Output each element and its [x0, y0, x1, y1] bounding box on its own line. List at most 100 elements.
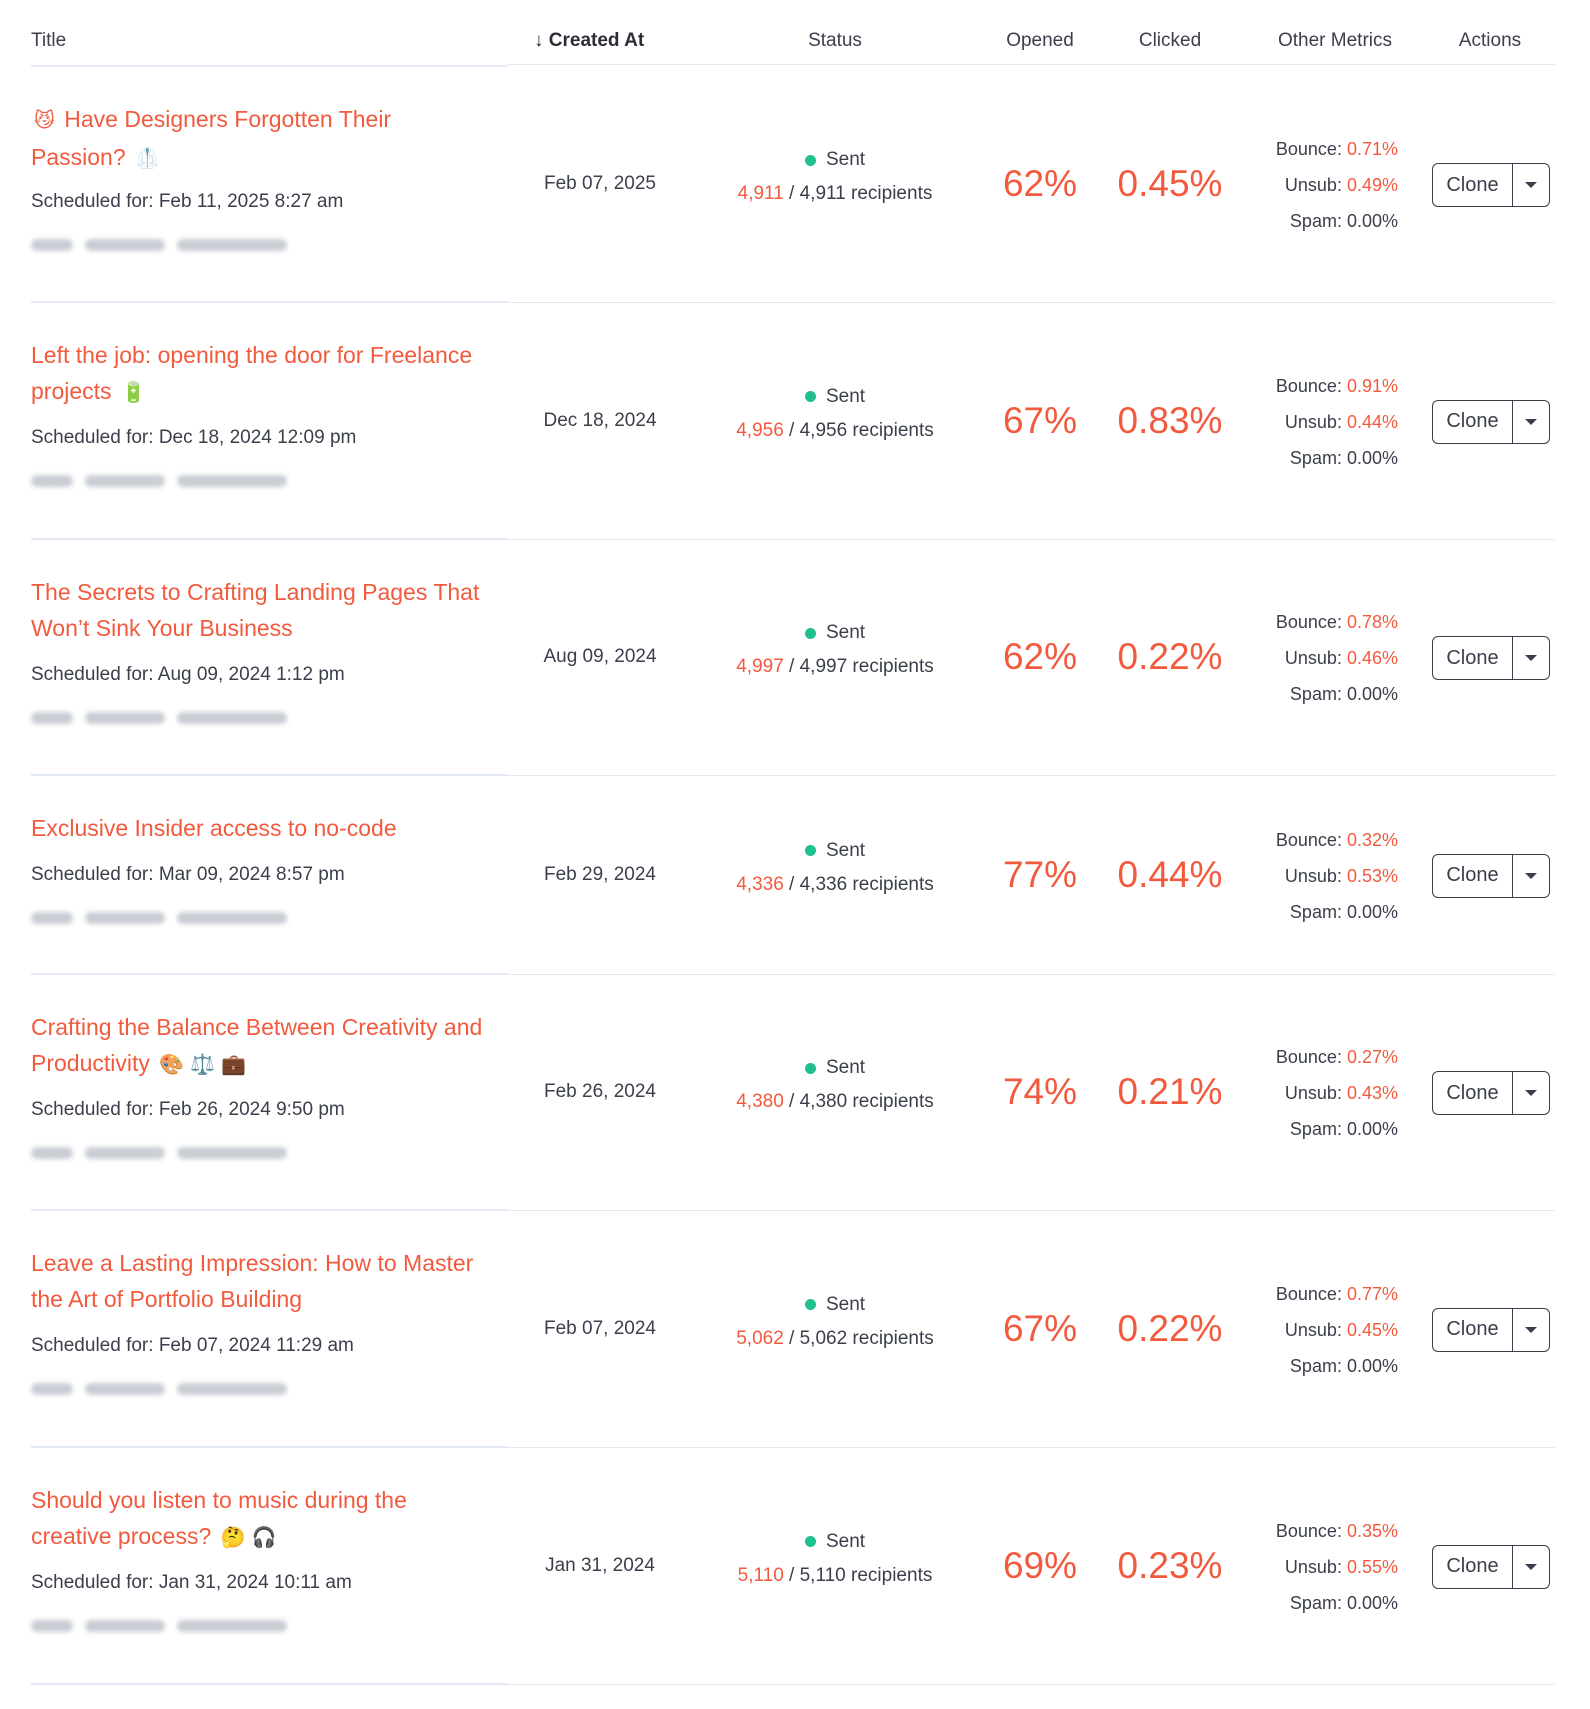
row-divider — [31, 1683, 507, 1685]
clone-dropdown-button[interactable] — [1512, 1307, 1550, 1352]
clone-dropdown-button[interactable] — [1512, 1544, 1550, 1589]
title-emoji: 🤔 — [220, 1526, 246, 1549]
status-badge: Sent — [825, 1530, 866, 1552]
status-badge: Sent — [825, 1057, 866, 1078]
campaign-title-link[interactable]: Crafting the Balance Between Creativity … — [31, 1014, 482, 1076]
campaign-title-link[interactable]: Have Designers Forgotten Their Passion? — [31, 106, 391, 170]
opened-rate: 67% — [1002, 399, 1078, 441]
status-dot-icon — [804, 1062, 816, 1074]
spam-value: 0.00% — [1346, 901, 1398, 922]
row-actions: Clone — [1432, 1307, 1550, 1352]
column-header-opened[interactable]: Opened — [990, 30, 1090, 52]
campaign-title[interactable]: Left the job: opening the door for Freel… — [31, 337, 491, 411]
column-header-created-at[interactable]: ↓ Created At — [534, 30, 644, 52]
campaign-title[interactable]: Should you listen to music during the cr… — [31, 1482, 491, 1556]
table-row[interactable]: Exclusive Insider access to no-code Sche… — [0, 776, 1590, 975]
other-metrics: Bounce: 0.35% Unsub: 0.55% Spam: 0.00% — [1230, 1513, 1398, 1621]
clone-button[interactable]: Clone — [1432, 1307, 1512, 1352]
status-badge: Sent — [825, 622, 866, 643]
created-at: Dec 18, 2024 — [543, 409, 657, 431]
total-recipients: 4,336 — [799, 873, 848, 895]
spam-value: 0.00% — [1346, 211, 1398, 231]
spam-value: 0.00% — [1346, 1355, 1398, 1376]
sent-count: 4,911 — [737, 183, 784, 204]
table-row[interactable]: Leave a Lasting Impression: How to Maste… — [0, 1211, 1590, 1448]
status-cell: Sent 4,380 / 4,380 recipients — [736, 1057, 934, 1112]
campaign-title[interactable]: Exclusive Insider access to no-code — [31, 810, 491, 846]
unsub-value: 0.55% — [1346, 1556, 1398, 1577]
title-emoji: 🎨 — [159, 1053, 185, 1076]
campaign-title-link[interactable]: The Secrets to Crafting Landing Pages Th… — [31, 579, 479, 641]
sent-count: 4,336 — [736, 873, 784, 895]
clone-button[interactable]: Clone — [1432, 636, 1512, 680]
recipients-label: recipients — [845, 1564, 933, 1586]
caret-down-icon — [1525, 418, 1537, 425]
sent-count: 4,956 — [736, 419, 784, 441]
bounce-label: Bounce: — [1275, 139, 1347, 159]
clone-dropdown-button[interactable] — [1512, 399, 1550, 444]
campaign-title-link[interactable]: Left the job: opening the door for Freel… — [31, 342, 472, 404]
campaign-title-link[interactable]: Leave a Lasting Impression: How to Maste… — [31, 1250, 473, 1312]
campaign-title[interactable]: Leave a Lasting Impression: How to Maste… — [31, 1245, 491, 1317]
sent-count: 5,062 — [736, 1327, 784, 1349]
recipients-label: recipients — [845, 183, 933, 204]
clone-button[interactable]: Clone — [1432, 1544, 1512, 1589]
sent-count: 4,997 — [736, 656, 784, 677]
bounce-label: Bounce: — [1275, 829, 1347, 850]
clone-button[interactable]: Clone — [1432, 399, 1512, 444]
clone-button[interactable]: Clone — [1432, 163, 1512, 207]
status-cell: Sent 5,110 / 5,110 recipients — [737, 1530, 933, 1586]
scheduled-label: Scheduled for: — [31, 1572, 159, 1593]
other-metrics: Bounce: 0.78% Unsub: 0.46% Spam: 0.00% — [1230, 604, 1398, 712]
caret-down-icon — [1525, 1326, 1537, 1333]
created-at: Aug 09, 2024 — [543, 646, 657, 667]
column-header-status[interactable]: Status — [750, 30, 920, 52]
unsub-label: Unsub: — [1284, 1556, 1347, 1577]
status-cell: Sent 4,997 / 4,997 recipients — [736, 622, 934, 677]
recipients-label: recipients — [847, 873, 934, 895]
title-emoji: 💼 — [221, 1053, 246, 1076]
unsub-label: Unsub: — [1284, 865, 1347, 886]
campaign-title[interactable]: The Secrets to Crafting Landing Pages Th… — [31, 574, 491, 646]
clone-dropdown-button[interactable] — [1512, 853, 1550, 898]
clone-button[interactable]: Clone — [1432, 853, 1512, 898]
blurred-meta — [31, 475, 287, 487]
row-actions: Clone — [1432, 636, 1550, 680]
created-at: Feb 26, 2024 — [544, 1081, 656, 1102]
scheduled-for: Scheduled for: Jan 31, 2024 10:11 am — [31, 1572, 352, 1594]
spam-label: Spam: — [1289, 447, 1347, 468]
campaign-title[interactable]: Crafting the Balance Between Creativity … — [31, 1009, 491, 1083]
table-row[interactable]: The Secrets to Crafting Landing Pages Th… — [0, 540, 1590, 776]
clone-dropdown-button[interactable] — [1512, 163, 1550, 207]
opened-rate: 77% — [1002, 853, 1078, 895]
bounce-value: 0.78% — [1346, 612, 1398, 632]
status-badge: Sent — [825, 839, 866, 861]
status-dot-icon — [804, 391, 816, 402]
other-metrics: Bounce: 0.91% Unsub: 0.44% Spam: 0.00% — [1230, 368, 1398, 476]
clone-button[interactable]: Clone — [1432, 1071, 1512, 1115]
scheduled-label: Scheduled for: — [31, 191, 159, 212]
status-dot-icon — [804, 627, 816, 639]
campaign-title[interactable]: 😼 Have Designers Forgotten Their Passion… — [31, 101, 491, 177]
campaign-title-link[interactable]: Should you listen to music during the cr… — [31, 1487, 407, 1549]
clone-dropdown-button[interactable] — [1512, 1071, 1550, 1115]
title-emoji: 🔋 — [120, 381, 146, 404]
campaign-title-link[interactable]: Exclusive Insider access to no-code — [31, 815, 397, 841]
total-recipients: 5,062 — [799, 1327, 848, 1349]
scheduled-value: Feb 07, 2024 11:29 am — [158, 1335, 354, 1356]
unsub-label: Unsub: — [1284, 1083, 1347, 1103]
table-row[interactable]: Crafting the Balance Between Creativity … — [0, 975, 1590, 1211]
recipients-label: recipients — [847, 1327, 934, 1349]
clone-dropdown-button[interactable] — [1512, 636, 1550, 680]
table-row[interactable]: 😼 Have Designers Forgotten Their Passion… — [0, 67, 1590, 303]
column-header-clicked[interactable]: Clicked — [1120, 30, 1220, 52]
table-row[interactable]: Left the job: opening the door for Freel… — [0, 303, 1590, 540]
total-recipients: 5,110 — [799, 1564, 846, 1586]
created-at: Feb 07, 2024 — [544, 1317, 656, 1339]
created-at: Feb 07, 2025 — [544, 173, 656, 194]
column-header-title[interactable]: Title — [31, 30, 66, 52]
spam-label: Spam: — [1289, 1119, 1347, 1139]
other-metrics: Bounce: 0.71% Unsub: 0.49% Spam: 0.00% — [1230, 131, 1398, 239]
scheduled-value: Mar 09, 2024 8:57 pm — [158, 864, 345, 885]
table-row[interactable]: Should you listen to music during the cr… — [0, 1448, 1590, 1685]
